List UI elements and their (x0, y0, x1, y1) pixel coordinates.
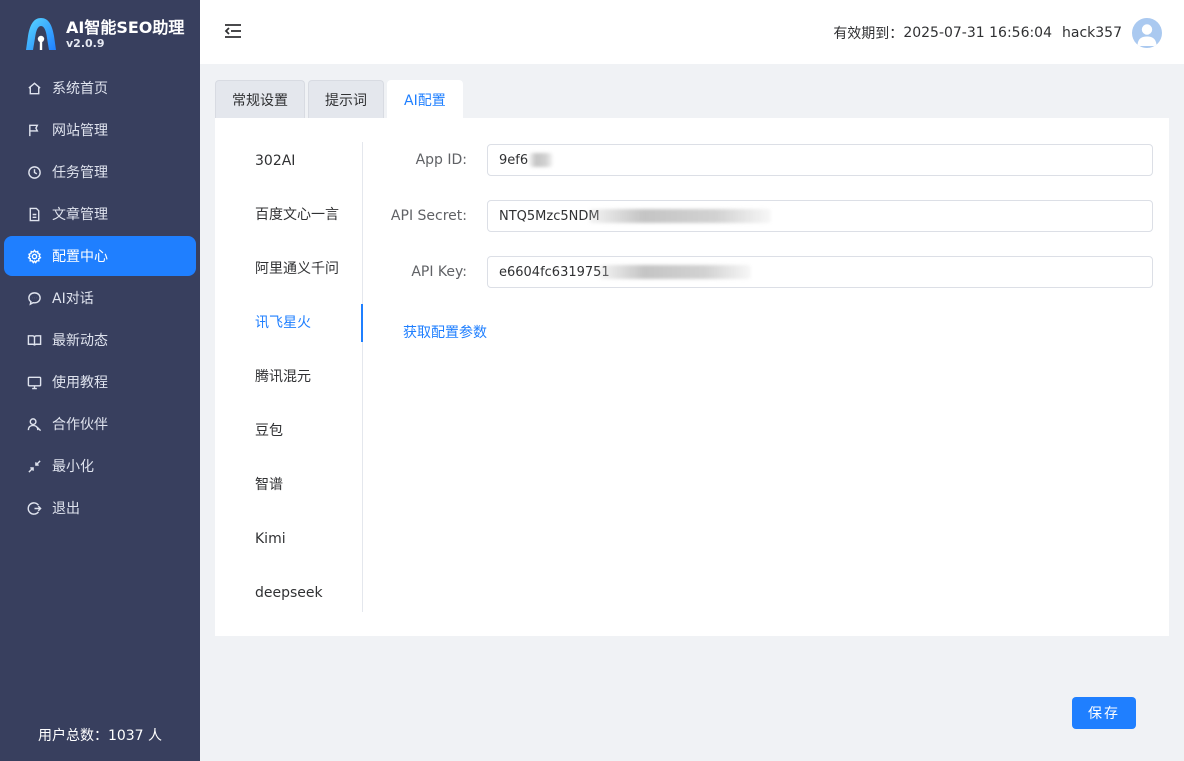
expiry-label: 有效期到： (833, 26, 904, 42)
provider-tab-xunfei[interactable]: 讯飞星火 (215, 304, 363, 358)
top-header: 有效期到： 2025-07-31 16:56:04 hack357 (200, 0, 1184, 64)
tab-ai-config[interactable]: AI配置 (387, 80, 463, 118)
avatar[interactable] (1132, 18, 1162, 48)
sidebar-nav: 系统首页 网站管理 任务管理 文章管理 配置中心 AI对话 最新动态 使用教程 (0, 66, 200, 530)
sidebar-item-minimize[interactable]: 最小化 (4, 446, 196, 486)
redaction-blur (589, 209, 771, 223)
username[interactable]: hack357 (1062, 25, 1122, 41)
provider-tab-zhipu[interactable]: 智谱 (215, 466, 362, 520)
sidebar-item-label: 最新动态 (52, 333, 108, 349)
provider-tab-deepseek[interactable]: deepseek (215, 574, 362, 628)
home-icon (26, 80, 42, 96)
sidebar-item-tasks[interactable]: 任务管理 (4, 152, 196, 192)
sidebar-item-partners[interactable]: 合作伙伴 (4, 404, 196, 444)
provider-tab-kimi[interactable]: Kimi (215, 520, 362, 574)
sidebar-item-label: 最小化 (52, 459, 94, 475)
api-secret-label: API Secret: (390, 208, 467, 224)
brand: AI智能SEO助理 v2.0.9 (24, 14, 184, 54)
api-secret-input[interactable] (487, 200, 1153, 232)
minimize-icon (26, 458, 42, 474)
gear-icon (26, 248, 42, 264)
app-logo-icon (26, 18, 56, 50)
sidebar-item-label: 退出 (52, 501, 80, 517)
sidebar-item-label: 任务管理 (52, 165, 108, 181)
sidebar-item-ai-chat[interactable]: AI对话 (4, 278, 196, 318)
redaction-blur (599, 265, 751, 279)
sidebar-item-label: 使用教程 (52, 375, 108, 391)
app-id-row: App ID: (403, 144, 1153, 176)
redaction-blur (529, 153, 553, 167)
sidebar-item-label: 系统首页 (52, 81, 108, 97)
app-id-label: App ID: (415, 152, 467, 168)
flag-icon (26, 122, 42, 138)
api-key-row: API Key: (403, 256, 1153, 288)
sidebar-item-sites[interactable]: 网站管理 (4, 110, 196, 150)
logout-icon (26, 500, 42, 516)
get-config-params-link[interactable]: 获取配置参数 (403, 322, 487, 342)
monitor-icon (26, 374, 42, 390)
expiry-value: 2025-07-31 16:56:04 (903, 25, 1053, 41)
sidebar-item-config[interactable]: 配置中心 (4, 236, 196, 276)
sidebar: AI智能SEO助理 v2.0.9 系统首页 网站管理 任务管理 文章管理 配置中… (0, 0, 200, 761)
sidebar-item-label: 配置中心 (52, 249, 108, 265)
sidebar-item-tutorial[interactable]: 使用教程 (4, 362, 196, 402)
api-key-input[interactable] (487, 256, 1153, 288)
user-avatar-icon (1137, 24, 1157, 46)
api-secret-row: API Secret: (391, 200, 1153, 232)
sidebar-item-news[interactable]: 最新动态 (4, 320, 196, 360)
tab-general[interactable]: 常规设置 (215, 80, 305, 118)
app-version: v2.0.9 (66, 37, 105, 50)
sidebar-item-articles[interactable]: 文章管理 (4, 194, 196, 234)
header-user-area: 有效期到： 2025-07-31 16:56:04 hack357 (833, 18, 1162, 48)
provider-tab-baidu[interactable]: 百度文心一言 (215, 196, 362, 250)
provider-tabs: 302AI 百度文心一言 阿里通义千问 讯飞星火 腾讯混元 豆包 智谱 Kimi… (215, 142, 363, 612)
sidebar-item-label: 文章管理 (52, 207, 108, 223)
sidebar-item-label: 网站管理 (52, 123, 108, 139)
tab-prompts[interactable]: 提示词 (308, 80, 384, 118)
provider-tab-aliyun[interactable]: 阿里通义千问 (215, 250, 362, 304)
partner-icon (26, 416, 42, 432)
book-icon (26, 332, 42, 348)
app-id-input[interactable] (487, 144, 1153, 176)
credentials-form: App ID: API Secret: API Key: 获取配置参数 (391, 144, 1153, 341)
api-key-label: API Key: (411, 264, 467, 280)
user-count: 用户总数：1037 人 (37, 728, 163, 744)
provider-tab-doubao[interactable]: 豆包 (215, 412, 362, 466)
chat-icon (26, 290, 42, 306)
document-icon (26, 206, 42, 222)
ai-config-panel: 302AI 百度文心一言 阿里通义千问 讯飞星火 腾讯混元 豆包 智谱 Kimi… (215, 118, 1169, 636)
clock-icon (26, 164, 42, 180)
app-title: AI智能SEO助理 (66, 17, 185, 37)
sidebar-item-home[interactable]: 系统首页 (4, 68, 196, 108)
provider-tab-tencent[interactable]: 腾讯混元 (215, 358, 362, 412)
collapse-menu-icon[interactable] (222, 20, 244, 42)
sidebar-item-label: 合作伙伴 (52, 417, 108, 433)
settings-tabs: 常规设置 提示词 AI配置 (215, 80, 466, 118)
provider-tab-302ai[interactable]: 302AI (215, 142, 362, 196)
sidebar-item-label: AI对话 (52, 291, 94, 307)
save-button[interactable]: 保存 (1072, 697, 1136, 729)
sidebar-item-logout[interactable]: 退出 (4, 488, 196, 528)
